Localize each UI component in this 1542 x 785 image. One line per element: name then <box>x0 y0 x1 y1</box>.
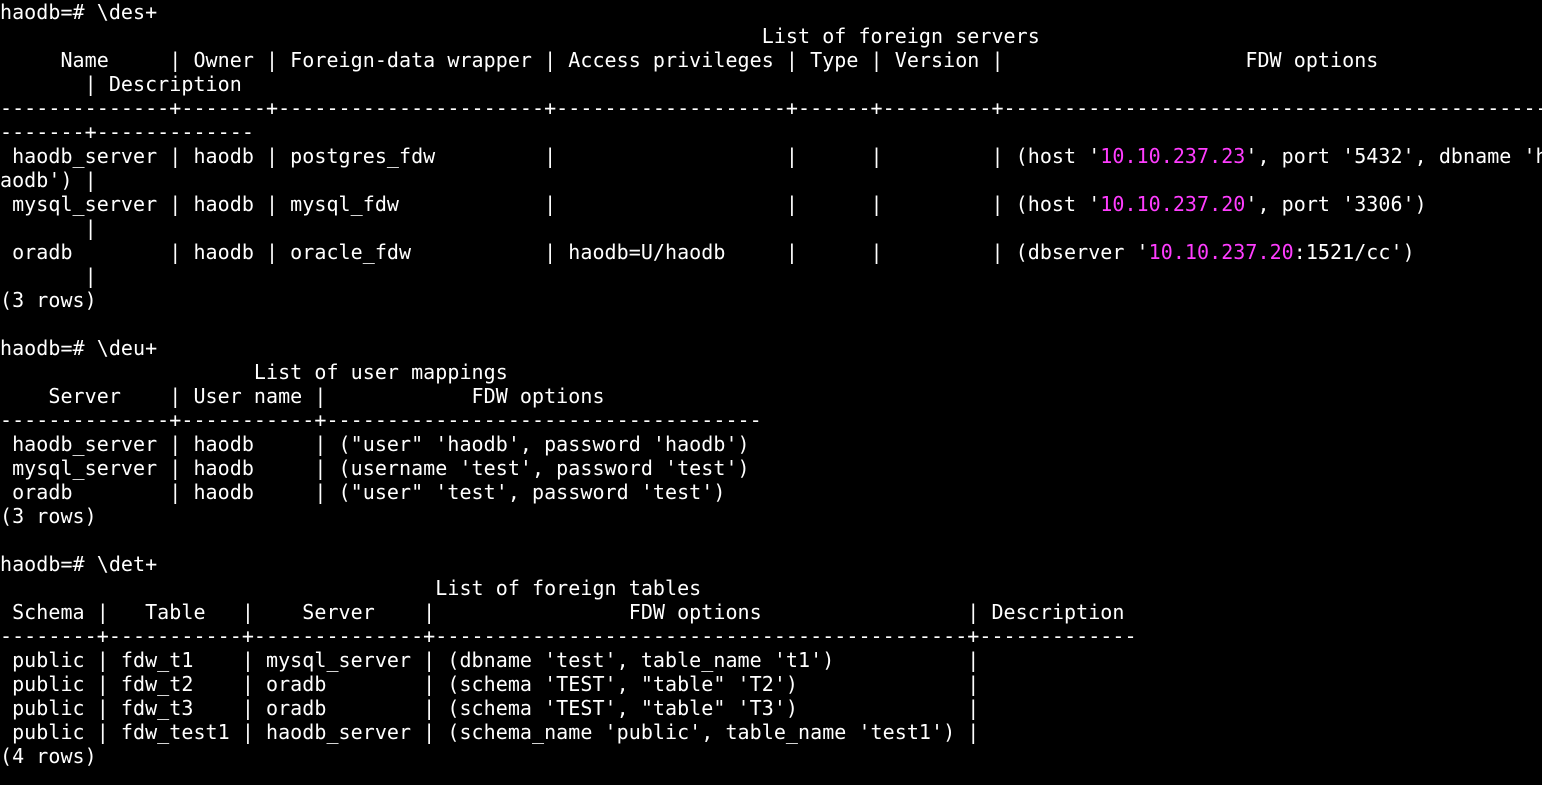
terminal-text: -------+------------- <box>0 120 254 144</box>
terminal-line: Schema | Table | Server | FDW options | … <box>0 600 1542 624</box>
terminal-text: List of user mappings <box>0 360 508 384</box>
terminal-text: ', port '5432', dbname 'h <box>1245 144 1542 168</box>
terminal-line: public | fdw_t2 | oradb | (schema 'TEST'… <box>0 672 1542 696</box>
terminal-text: aodb') | <box>0 168 97 192</box>
terminal-text: (3 rows) <box>0 288 97 312</box>
terminal-text: public | fdw_t2 | oradb | (schema 'TEST'… <box>0 672 980 696</box>
terminal-text: Schema | Table | Server | FDW options | … <box>0 600 1125 624</box>
terminal-line: List of foreign servers <box>0 24 1542 48</box>
terminal-line: -------+------------- <box>0 120 1542 144</box>
terminal-text: haodb_server | haodb | postgres_fdw | | … <box>0 144 1101 168</box>
terminal-line: --------+-----------+--------------+----… <box>0 624 1542 648</box>
terminal-text: | Description <box>0 72 242 96</box>
terminal-line: mysql_server | haodb | (username 'test',… <box>0 456 1542 480</box>
terminal-text: haodb_server | haodb | ("user" 'haodb', … <box>0 432 750 456</box>
terminal-line: (3 rows) <box>0 504 1542 528</box>
terminal-text: public | fdw_t3 | oradb | (schema 'TEST'… <box>0 696 980 720</box>
terminal-text: (3 rows) <box>0 504 97 528</box>
terminal-line: haodb_server | haodb | ("user" 'haodb', … <box>0 432 1542 456</box>
terminal-line: (4 rows) <box>0 744 1542 768</box>
terminal-text: mysql_server | haodb | mysql_fdw | | | |… <box>0 192 1101 216</box>
terminal-line: haodb=# \det+ <box>0 552 1542 576</box>
terminal-text: haodb=# \deu+ <box>0 336 158 360</box>
terminal-text: List of foreign tables <box>0 576 702 600</box>
terminal-line: oradb | haodb | oracle_fdw | haodb=U/hao… <box>0 240 1542 264</box>
terminal-line: (3 rows) <box>0 288 1542 312</box>
ip-address-text: 10.10.237.20 <box>1148 240 1294 264</box>
terminal-line: haodb=# \deu+ <box>0 336 1542 360</box>
terminal-line: | <box>0 216 1542 240</box>
terminal-text: public | fdw_test1 | haodb_server | (sch… <box>0 720 980 744</box>
terminal-text: haodb=# \des+ <box>0 0 158 24</box>
terminal-text: | <box>0 216 97 240</box>
terminal-text: ', port '3306') <box>1245 192 1427 216</box>
terminal-line: aodb') | <box>0 168 1542 192</box>
terminal-line: | Description <box>0 72 1542 96</box>
terminal-text: oradb | haodb | ("user" 'test', password… <box>0 480 726 504</box>
terminal-line: List of foreign tables <box>0 576 1542 600</box>
terminal-text: :1521/cc') <box>1293 240 1415 264</box>
terminal-text: Server | User name | FDW options <box>0 384 605 408</box>
terminal-text: mysql_server | haodb | (username 'test',… <box>0 456 750 480</box>
terminal-text: --------------+-----------+-------------… <box>0 408 762 432</box>
terminal-line: haodb_server | haodb | postgres_fdw | | … <box>0 144 1542 168</box>
terminal-text: List of foreign servers <box>0 24 1040 48</box>
terminal-line: | <box>0 264 1542 288</box>
terminal-line: public | fdw_t3 | oradb | (schema 'TEST'… <box>0 696 1542 720</box>
terminal-text: (4 rows) <box>0 744 97 768</box>
terminal-window[interactable]: haodb=# \des+ List of foreign servers Na… <box>0 0 1542 785</box>
terminal-line: mysql_server | haodb | mysql_fdw | | | |… <box>0 192 1542 216</box>
terminal-line: Name | Owner | Foreign-data wrapper | Ac… <box>0 48 1542 72</box>
terminal-text: --------------+-------+-----------------… <box>0 96 1542 120</box>
terminal-line: public | fdw_t1 | mysql_server | (dbname… <box>0 648 1542 672</box>
ip-address-text: 10.10.237.20 <box>1100 192 1246 216</box>
terminal-line: oradb | haodb | ("user" 'test', password… <box>0 480 1542 504</box>
terminal-text: oradb | haodb | oracle_fdw | haodb=U/hao… <box>0 240 1149 264</box>
terminal-text: haodb=# \det+ <box>0 552 158 576</box>
terminal-line: Server | User name | FDW options <box>0 384 1542 408</box>
terminal-line: List of user mappings <box>0 360 1542 384</box>
terminal-text: | <box>0 264 97 288</box>
terminal-line: haodb=# \des+ <box>0 0 1542 24</box>
terminal-text: Name | Owner | Foreign-data wrapper | Ac… <box>0 48 1379 72</box>
terminal-line: public | fdw_test1 | haodb_server | (sch… <box>0 720 1542 744</box>
terminal-line: --------------+-------+-----------------… <box>0 96 1542 120</box>
ip-address-text: 10.10.237.23 <box>1100 144 1246 168</box>
terminal-text: --------+-----------+--------------+----… <box>0 624 1137 648</box>
terminal-text: public | fdw_t1 | mysql_server | (dbname… <box>0 648 980 672</box>
terminal-line: --------------+-----------+-------------… <box>0 408 1542 432</box>
